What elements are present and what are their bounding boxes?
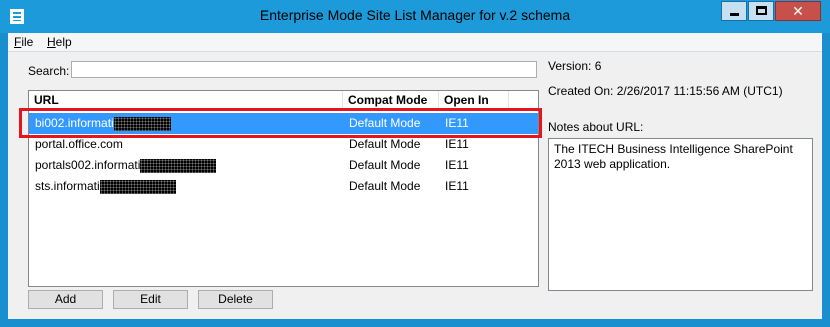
delete-button[interactable]: Delete: [198, 290, 273, 309]
version-value: 6: [594, 59, 602, 73]
close-icon: ✕: [792, 3, 804, 19]
url-cell: portals002.informati: [29, 155, 217, 176]
open-in-cell: IE11: [445, 116, 469, 130]
close-button[interactable]: ✕: [775, 1, 821, 21]
menu-bar: File Help: [8, 33, 822, 52]
version-label-text: Version:: [548, 59, 592, 73]
menu-help[interactable]: Help: [47, 35, 72, 49]
redaction-mark: [113, 116, 171, 131]
url-text: sts.informati: [35, 179, 100, 193]
list-header: URL Compat Mode Open In: [29, 91, 538, 109]
compat-cell: Default Mode: [349, 137, 421, 151]
table-row[interactable]: portal.office.com Default Mode IE11: [29, 134, 538, 155]
url-text: portals002.informati: [35, 158, 141, 172]
notes-label: Notes about URL:: [548, 120, 644, 134]
compat-cell: Default Mode: [349, 116, 421, 130]
app-window: Enterprise Mode Site List Manager for v.…: [0, 0, 830, 327]
search-label: Search:: [28, 64, 70, 78]
url-text: bi002.informati: [35, 116, 114, 130]
url-cell: sts.informati: [29, 176, 176, 197]
column-header-compat-mode[interactable]: Compat Mode: [343, 91, 439, 109]
url-cell: portal.office.com: [29, 134, 123, 155]
minimize-icon: [730, 13, 739, 16]
menu-file[interactable]: File: [14, 35, 33, 49]
column-header-url[interactable]: URL: [29, 91, 343, 109]
search-input[interactable]: [71, 61, 537, 78]
created-on-label-text: Created On:: [548, 84, 614, 98]
menu-file-label: ile: [21, 35, 34, 49]
redaction-mark: [99, 179, 176, 194]
minimize-button[interactable]: [721, 1, 747, 21]
site-list[interactable]: URL Compat Mode Open In bi002.informati …: [28, 90, 539, 287]
menu-help-label: elp: [55, 35, 72, 49]
redaction-mark: [140, 158, 217, 173]
menu-help-accesskey: H: [47, 35, 56, 49]
created-on-label: Created On: 2/26/2017 11:15:56 AM (UTC1): [548, 84, 783, 98]
created-on-value: 2/26/2017 11:15:56 AM (UTC1): [616, 84, 783, 98]
maximize-icon: [756, 6, 767, 15]
open-in-cell: IE11: [445, 179, 469, 193]
window-title: Enterprise Mode Site List Manager for v.…: [259, 7, 571, 23]
open-in-cell: IE11: [445, 137, 469, 151]
table-row[interactable]: portals002.informati Default Mode IE11: [29, 155, 538, 176]
table-row[interactable]: bi002.informati Default Mode IE11: [29, 113, 538, 134]
client-area: File Help Search: URL Compat Mode Open I…: [8, 33, 822, 319]
open-in-cell: IE11: [445, 158, 469, 172]
url-cell: bi002.informati: [29, 113, 171, 134]
compat-cell: Default Mode: [349, 179, 421, 193]
column-header-open-in[interactable]: Open In: [439, 91, 509, 109]
edit-button[interactable]: Edit: [113, 290, 188, 309]
compat-cell: Default Mode: [349, 158, 421, 172]
maximize-button[interactable]: [748, 1, 774, 21]
table-row[interactable]: sts.informati Default Mode IE11: [29, 176, 538, 197]
version-label: Version: 6: [548, 59, 601, 73]
add-button[interactable]: Add: [28, 290, 103, 309]
url-text: portal.office.com: [35, 137, 123, 151]
title-bar[interactable]: Enterprise Mode Site List Manager for v.…: [0, 0, 830, 33]
notes-textarea[interactable]: The ITECH Business Intelligence SharePoi…: [548, 138, 813, 291]
